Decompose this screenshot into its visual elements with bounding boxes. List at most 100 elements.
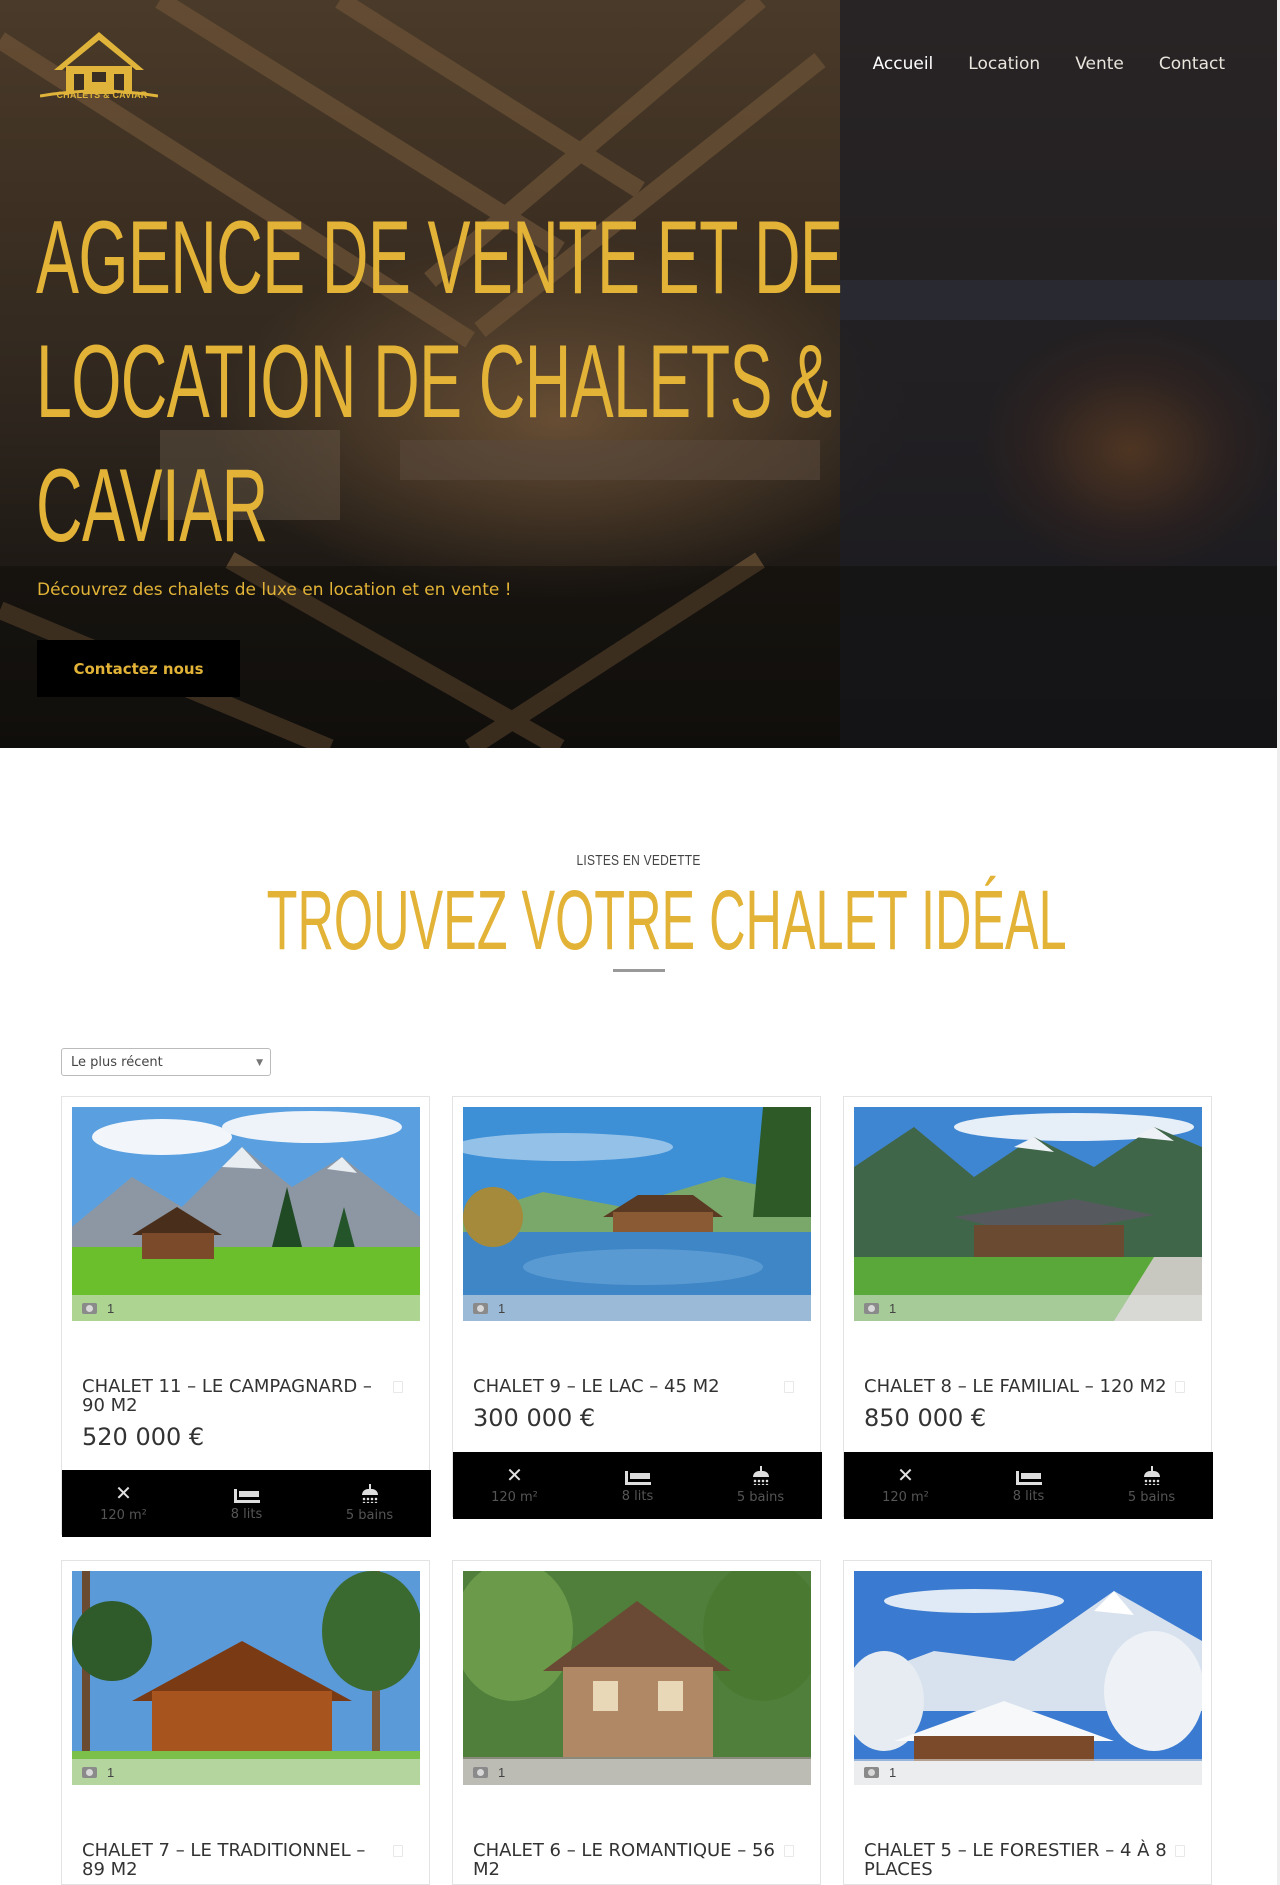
photo-count: 1 (498, 1300, 506, 1316)
favorite-icon[interactable] (1175, 1381, 1185, 1393)
spec-area: ✕ 120 m² (74, 1484, 174, 1523)
photo-count: 1 (889, 1764, 897, 1780)
bed-icon (1015, 1470, 1042, 1485)
photo-count: 1 (107, 1764, 115, 1780)
spec-area-value: 120 m² (491, 1490, 538, 1505)
camera-icon (473, 1766, 488, 1778)
hero-title-line-3: CAVIAR (36, 448, 268, 564)
photo-count-bar: 1 (72, 1759, 420, 1785)
nav-contact[interactable]: Contact (1159, 54, 1225, 74)
nav-location[interactable]: Location (968, 54, 1040, 74)
spec-area-value: 120 m² (100, 1508, 147, 1523)
listing-title[interactable]: CHALET 6 – LE ROMANTIQUE – 56 M2 (473, 1841, 778, 1879)
section-title: TROUVEZ VOTRE CHALET IDÉAL (0, 870, 1277, 970)
photo-count: 1 (498, 1764, 506, 1780)
tools-icon: ✕ (506, 1465, 523, 1487)
nav-vente[interactable]: Vente (1075, 54, 1124, 74)
photo-count-bar: 1 (854, 1295, 1202, 1321)
listing-specs: ✕ 120 m² 8 lits 5 bains (844, 1452, 1213, 1519)
listing-card[interactable]: 1 CHALET 8 – LE FAMILIAL – 120 M2 850 00… (843, 1096, 1213, 1519)
listing-specs: ✕ 120 m² 8 lits 5 bains (62, 1470, 431, 1537)
listing-card[interactable]: 1 CHALET 11 – LE CAMPAGNARD – 90 M2 520 … (61, 1096, 431, 1537)
spec-baths: 5 bains (1102, 1466, 1202, 1505)
listing-photo[interactable]: 1 (463, 1107, 811, 1321)
tools-icon: ✕ (897, 1465, 914, 1487)
spec-baths: 5 bains (320, 1484, 420, 1523)
sort-select[interactable]: Le plus récent ▼ (61, 1048, 271, 1076)
shower-icon (1141, 1466, 1163, 1486)
spec-area: ✕ 120 m² (856, 1466, 956, 1505)
chalet-photo-snow (854, 1571, 1202, 1785)
favorite-icon[interactable] (784, 1845, 794, 1857)
shower-icon (750, 1466, 772, 1486)
listing-photo[interactable]: 1 (463, 1571, 811, 1785)
logo-text: CHALETS & CAVIAR (56, 90, 148, 100)
section-divider (613, 969, 665, 972)
chalet-photo-lake (463, 1107, 811, 1321)
section-kicker: LISTES EN VEDETTE (0, 852, 1277, 869)
hero-subtitle: Découvrez des chalets de luxe en locatio… (37, 580, 512, 600)
listing-card[interactable]: 1 CHALET 7 – LE TRADITIONNEL – 89 M2 (61, 1560, 430, 1885)
hero-title: AGENCE DE VENTE ET DE LOCATION DE CHALET… (36, 196, 843, 568)
spec-baths: 5 bains (711, 1466, 811, 1505)
favorite-icon[interactable] (393, 1381, 403, 1393)
listing-title[interactable]: CHALET 9 – LE LAC – 45 M2 (473, 1377, 778, 1396)
spec-beds-value: 8 lits (1012, 1488, 1045, 1504)
shower-icon (359, 1484, 381, 1504)
photo-count: 1 (107, 1300, 115, 1316)
chalet-photo-valley (854, 1107, 1202, 1321)
sort-selected-value: Le plus récent (71, 1055, 163, 1070)
favorite-icon[interactable] (784, 1381, 794, 1393)
main-nav: Accueil Location Vente Contact (873, 54, 1225, 74)
spec-baths-value: 5 bains (345, 1508, 394, 1523)
spec-beds-value: 8 lits (621, 1488, 654, 1504)
camera-icon (864, 1302, 879, 1314)
photo-count: 1 (889, 1300, 897, 1316)
photo-count-bar: 1 (463, 1295, 811, 1321)
section-kicker-text: LISTES EN VEDETTE (576, 852, 701, 869)
camera-icon (82, 1766, 97, 1778)
section-title-text: TROUVEZ VOTRE CHALET IDÉAL (266, 873, 1067, 967)
listing-price: 300 000 € (473, 1404, 596, 1432)
listing-photo[interactable]: 1 (72, 1107, 420, 1321)
listing-card[interactable]: 1 CHALET 5 – LE FORESTIER – 4 À 8 PLACES (843, 1560, 1212, 1885)
tools-icon: ✕ (115, 1483, 132, 1505)
hero-title-line-1: AGENCE DE VENTE ET DE (36, 200, 843, 316)
listing-photo[interactable]: 1 (854, 1107, 1202, 1321)
listing-price: 520 000 € (82, 1423, 205, 1451)
nav-accueil[interactable]: Accueil (873, 54, 934, 74)
spec-area-value: 120 m² (882, 1490, 929, 1505)
listing-photo[interactable]: 1 (72, 1571, 420, 1785)
spec-beds: 8 lits (588, 1468, 688, 1504)
hero-title-line-2: LOCATION DE CHALETS & (36, 324, 832, 440)
photo-count-bar: 1 (72, 1295, 420, 1321)
spec-baths-value: 5 bains (1127, 1490, 1176, 1505)
spec-beds: 8 lits (979, 1468, 1079, 1504)
camera-icon (864, 1766, 879, 1778)
photo-count-bar: 1 (854, 1759, 1202, 1785)
contact-us-button[interactable]: Contactez nous (37, 640, 240, 697)
favorite-icon[interactable] (1175, 1845, 1185, 1857)
listing-price: 850 000 € (864, 1404, 987, 1432)
chalet-photo-mountain-meadow (72, 1107, 420, 1321)
chalet-photo-romantic (463, 1571, 811, 1785)
spec-area: ✕ 120 m² (465, 1466, 565, 1505)
listing-specs: ✕ 120 m² 8 lits 5 bains (453, 1452, 822, 1519)
listing-photo[interactable]: 1 (854, 1571, 1202, 1785)
listing-title[interactable]: CHALET 5 – LE FORESTIER – 4 À 8 PLACES (864, 1841, 1169, 1879)
bed-icon (233, 1488, 260, 1503)
camera-icon (473, 1302, 488, 1314)
listing-title[interactable]: CHALET 8 – LE FAMILIAL – 120 M2 (864, 1377, 1169, 1396)
chalet-photo-forest (72, 1571, 420, 1785)
listing-card[interactable]: 1 CHALET 9 – LE LAC – 45 M2 300 000 € ✕ … (452, 1096, 822, 1519)
spec-beds: 8 lits (197, 1486, 297, 1522)
listing-title[interactable]: CHALET 11 – LE CAMPAGNARD – 90 M2 (82, 1377, 387, 1415)
camera-icon (82, 1302, 97, 1314)
bed-icon (624, 1470, 651, 1485)
chevron-down-icon: ▼ (256, 1058, 263, 1068)
listing-card[interactable]: 1 CHALET 6 – LE ROMANTIQUE – 56 M2 (452, 1560, 821, 1885)
favorite-icon[interactable] (393, 1845, 403, 1857)
spec-beds-value: 8 lits (230, 1506, 263, 1522)
listing-title[interactable]: CHALET 7 – LE TRADITIONNEL – 89 M2 (82, 1841, 387, 1879)
photo-count-bar: 1 (463, 1759, 811, 1785)
